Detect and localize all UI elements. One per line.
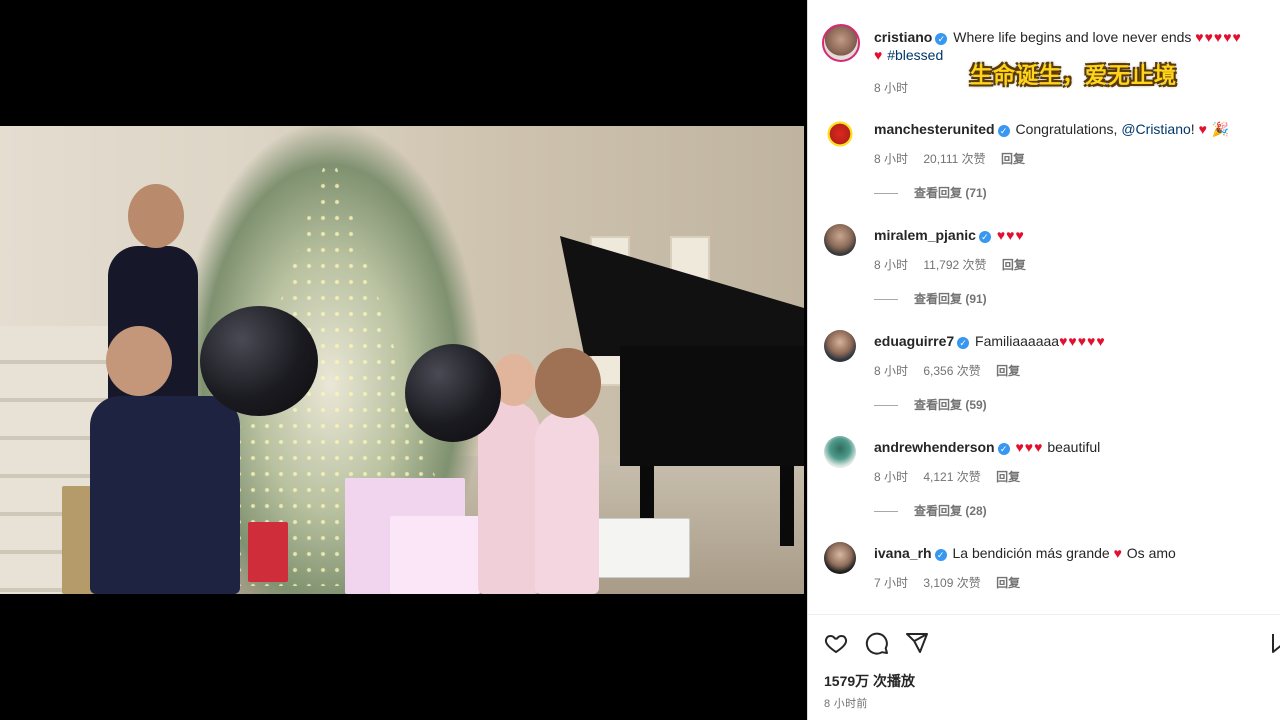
gift-box-red <box>248 522 288 582</box>
reply-button[interactable]: 回复 <box>1001 152 1025 166</box>
commenter-username[interactable]: eduaguirre7 <box>874 333 954 349</box>
comment-meta: 8 小时 20,111 次赞 回复 <box>874 151 1037 167</box>
caption-time: 8 小时 <box>874 81 909 95</box>
comment-likes[interactable]: 6,356 次赞 <box>923 364 980 378</box>
heart-emoji: ♥♥♥♥♥ <box>1195 29 1242 45</box>
comment-bubble-icon[interactable] <box>865 631 889 655</box>
reply-button[interactable]: 回复 <box>996 364 1020 378</box>
commenter-username[interactable]: ivana_rh <box>874 545 932 561</box>
reply-button[interactable]: 回复 <box>996 470 1020 484</box>
comment-time: 8 小时 <box>874 470 909 484</box>
heart-emoji: ♥ <box>874 47 884 63</box>
comment-text: Congratulations, <box>1015 121 1122 137</box>
toddler-left <box>478 401 540 594</box>
comment-text: Familiaaaaaa <box>975 333 1060 349</box>
child-older-head <box>128 184 184 248</box>
post-timestamp: 8 小时前 <box>824 698 868 710</box>
comment-meta: 7 小时 3,109 次赞 回复 <box>874 575 1032 591</box>
verified-badge-icon: ✓ <box>935 33 948 45</box>
caption-text: Where life begins and love never ends <box>953 29 1192 45</box>
view-replies-button[interactable]: 查看回复 (71) <box>874 185 987 201</box>
comment-time: 7 小时 <box>874 576 909 590</box>
verified-badge-icon: ✓ <box>978 231 991 243</box>
mention-link[interactable]: @Cristiano <box>1121 121 1190 137</box>
commenter-username[interactable]: manchesterunited <box>874 121 995 137</box>
commenter-username[interactable]: miralem_pjanic <box>874 227 976 243</box>
bookmark-icon[interactable] <box>1271 631 1280 655</box>
paper-plane-icon[interactable] <box>905 631 929 655</box>
subtitle-overlay: 生命诞生，爱无止境 <box>970 63 1178 88</box>
commenter-avatar[interactable] <box>824 542 856 574</box>
video-player[interactable] <box>0 0 807 720</box>
heart-emoji: ♥♥♥♥♥ <box>1059 333 1106 349</box>
black-balloon <box>405 344 501 442</box>
verified-badge-icon: ✓ <box>934 549 947 561</box>
gift-box-white <box>390 516 480 594</box>
toddler-right-head <box>535 348 601 418</box>
comment-text: beautiful <box>1047 439 1101 455</box>
comment-likes[interactable]: 11,792 次赞 <box>923 258 986 272</box>
verified-badge-icon: ✓ <box>997 443 1010 455</box>
heart-emoji: ♥♥♥ <box>1015 439 1044 455</box>
reply-button[interactable]: 回复 <box>996 576 1020 590</box>
comment-text: ! <box>1190 121 1195 137</box>
child-younger <box>90 396 240 594</box>
comment-time: 8 小时 <box>874 364 909 378</box>
commenter-username[interactable]: andrewhenderson <box>874 439 995 455</box>
reply-button[interactable]: 回复 <box>1002 258 1026 272</box>
toddler-right <box>535 411 599 594</box>
comment-meta: 8 小时 4,121 次赞 回复 <box>874 469 1032 485</box>
verified-badge-icon: ✓ <box>997 125 1010 137</box>
comment-time: 8 小时 <box>874 152 909 166</box>
commenter-avatar[interactable] <box>824 330 856 362</box>
comment-list[interactable]: cristiano ✓ Where life begins and love ne… <box>808 0 1280 614</box>
comment-text: Os amo <box>1122 545 1176 561</box>
hashtag-link[interactable]: #blessed <box>887 47 943 63</box>
view-replies-button[interactable]: 查看回复 (91) <box>874 291 987 307</box>
party-emoji: 🎉 <box>1211 121 1230 137</box>
view-count[interactable]: 1579万 次播放 <box>824 671 915 691</box>
heart-emoji: ♥♥♥ <box>996 227 1025 243</box>
view-replies-button[interactable]: 查看回复 (59) <box>874 397 987 413</box>
comment-likes[interactable]: 20,111 次赞 <box>923 152 985 166</box>
verified-badge-icon: ✓ <box>957 337 970 349</box>
author-username[interactable]: cristiano <box>874 29 932 45</box>
comment-meta: 8 小时 6,356 次赞 回复 <box>874 363 1032 379</box>
comment-meta: 8 小时 11,792 次赞 回复 <box>874 257 1038 273</box>
post-actions-bar: 1579万 次播放 8 小时前 <box>808 614 1280 720</box>
commenter-avatar[interactable] <box>824 118 856 150</box>
black-balloon <box>200 306 318 416</box>
heart-outline-icon[interactable] <box>824 631 848 655</box>
video-frame[interactable] <box>0 126 804 594</box>
comment-text: La bendición más grande <box>952 545 1114 561</box>
caption-meta: 8 小时 <box>874 80 920 96</box>
commenter-avatar[interactable] <box>824 436 856 468</box>
comments-panel: cristiano ✓ Where life begins and love ne… <box>807 0 1280 720</box>
comment-time: 8 小时 <box>874 258 909 272</box>
commenter-avatar[interactable] <box>824 224 856 256</box>
author-avatar[interactable] <box>822 24 860 62</box>
comment-likes[interactable]: 4,121 次赞 <box>923 470 980 484</box>
heart-emoji: ♥ <box>1113 545 1123 561</box>
view-replies-button[interactable]: 查看回复 (28) <box>874 503 987 519</box>
comment-likes[interactable]: 3,109 次赞 <box>923 576 980 590</box>
heart-emoji: ♥ <box>1198 121 1208 137</box>
child-younger-head <box>106 326 172 396</box>
gift-box-loewe <box>590 518 690 578</box>
